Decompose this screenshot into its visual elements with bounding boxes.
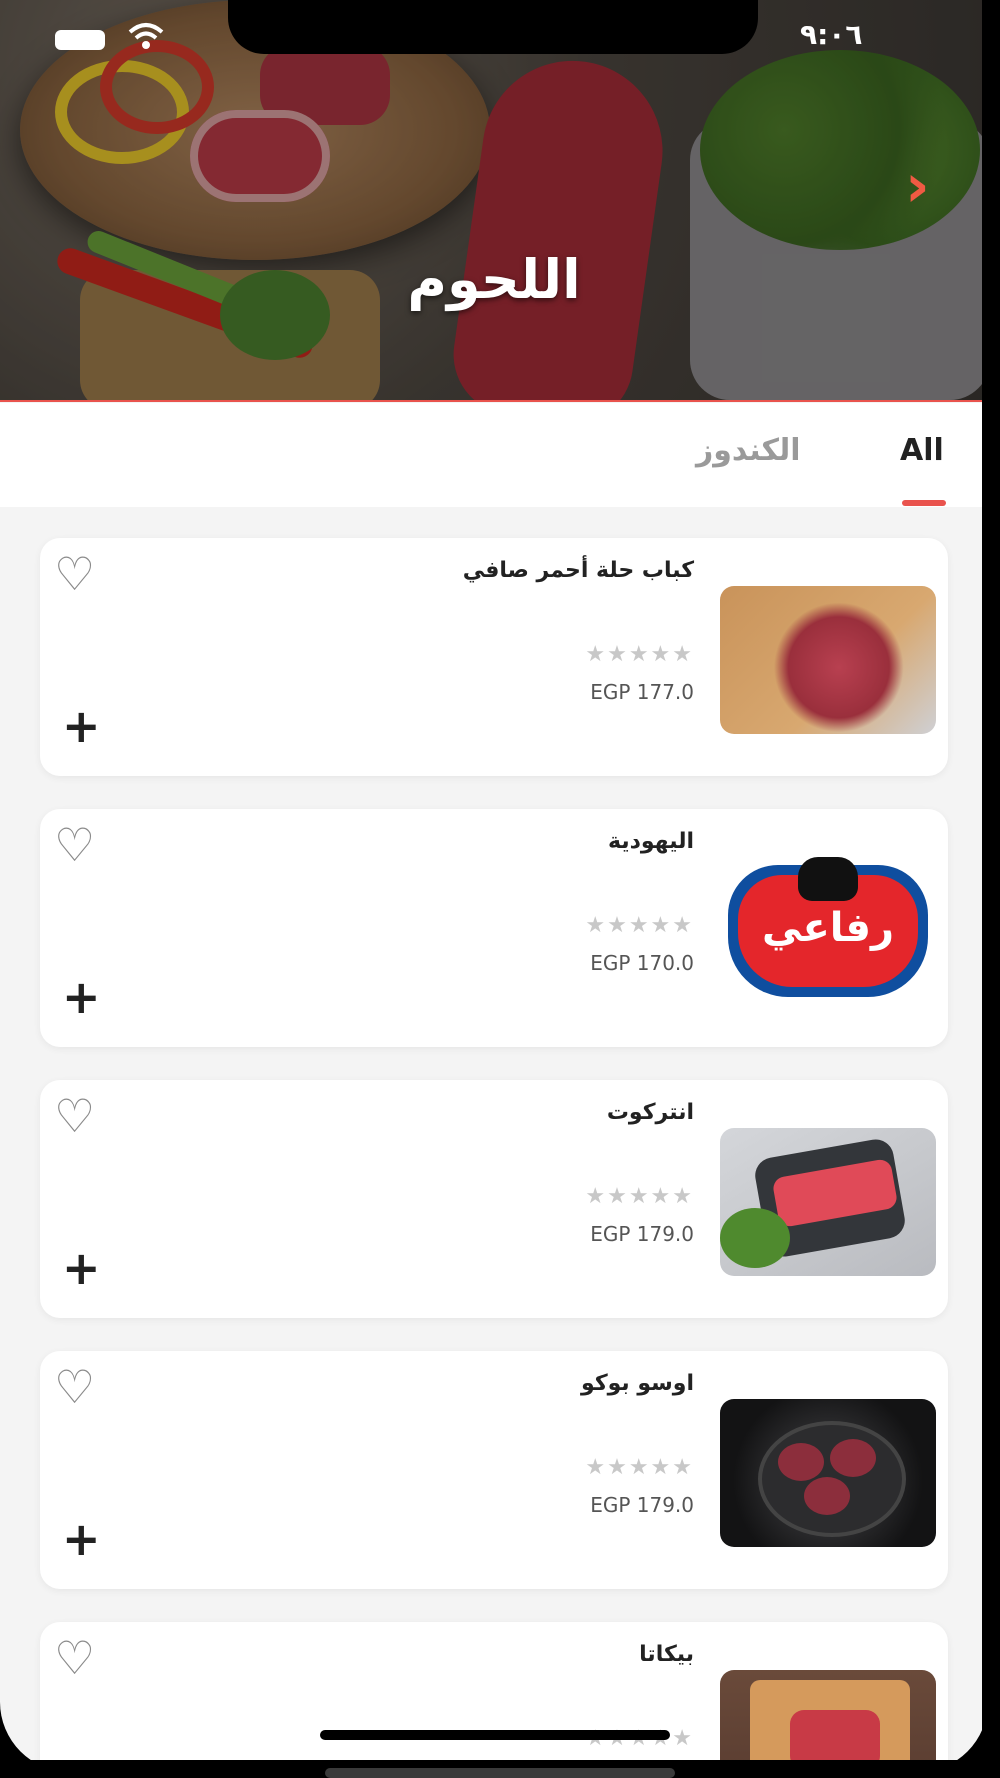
category-title: اللحوم — [407, 248, 581, 311]
cow-icon — [798, 857, 858, 901]
product-name: كباب حلة أحمر صافي — [462, 558, 694, 583]
product-image[interactable] — [720, 586, 936, 734]
product-name: اوسو بوكو — [581, 1371, 694, 1396]
rating-stars: ★★★★★ — [585, 1184, 694, 1209]
product-price: EGP 179.0 — [590, 1493, 694, 1517]
rating-stars: ★★★★★ — [585, 642, 694, 667]
image-herb — [720, 1208, 790, 1268]
favorite-heart-icon[interactable]: ♡ — [54, 1364, 106, 1410]
next-arrow-icon[interactable]: › — [905, 156, 945, 216]
device-bottom-nub — [325, 1768, 675, 1778]
device-notch — [228, 0, 758, 54]
product-card[interactable]: ♡ اليهودية ★★★★★ EGP 170.0 + رفاعي — [40, 809, 948, 1047]
add-to-cart-plus-icon[interactable]: + — [62, 1516, 102, 1562]
product-name: بيكاتا — [639, 1642, 694, 1667]
product-price: EGP 177.0 — [590, 680, 694, 704]
logo-text: رفاعي — [761, 905, 895, 951]
tab-all[interactable]: All — [900, 433, 944, 468]
product-card[interactable]: ♡ بيكاتا ★★★★★ — [40, 1622, 948, 1772]
product-image-brand-logo[interactable]: رفاعي — [720, 857, 936, 1005]
product-name: انتركوت — [606, 1100, 694, 1125]
wifi-icon-glyph — [128, 23, 164, 49]
add-to-cart-plus-icon[interactable]: + — [62, 703, 102, 749]
product-image[interactable] — [720, 1670, 936, 1772]
phone-screen: اللحوم › ٩:٠٦ الكندوز All ♡ كباب حلة أحم… — [0, 0, 988, 1772]
product-price: EGP 170.0 — [590, 951, 694, 975]
image-meat — [778, 1443, 824, 1481]
favorite-heart-icon[interactable]: ♡ — [54, 551, 106, 597]
tab-active-indicator — [902, 500, 946, 506]
product-name: اليهودية — [608, 829, 694, 854]
home-indicator[interactable] — [320, 1730, 670, 1740]
status-time: ٩:٠٦ — [800, 18, 863, 51]
device-bezel — [982, 0, 1000, 1778]
product-card[interactable]: ♡ اوسو بوكو ★★★★★ EGP 179.0 + — [40, 1351, 948, 1589]
rating-stars: ★★★★★ — [585, 1455, 694, 1480]
wifi-icon — [126, 20, 166, 52]
product-image[interactable] — [720, 1128, 936, 1276]
add-to-cart-plus-icon[interactable]: + — [62, 1245, 102, 1291]
banner-overlay — [0, 0, 988, 402]
image-meat — [804, 1477, 850, 1515]
rating-stars: ★★★★★ — [585, 913, 694, 938]
banner-divider — [0, 400, 988, 402]
tab-kandoz[interactable]: الكندوز — [696, 433, 801, 468]
category-banner: اللحوم › — [0, 0, 988, 402]
tab-bar: الكندوز All — [0, 403, 988, 507]
add-to-cart-plus-icon[interactable]: + — [62, 974, 102, 1020]
product-image[interactable] — [720, 1399, 936, 1547]
favorite-heart-icon[interactable]: ♡ — [54, 1093, 106, 1139]
image-meat — [830, 1439, 876, 1477]
battery-icon — [55, 30, 105, 50]
favorite-heart-icon[interactable]: ♡ — [54, 1635, 106, 1681]
favorite-heart-icon[interactable]: ♡ — [54, 822, 106, 868]
product-card[interactable]: ♡ انتركوت ★★★★★ EGP 179.0 + — [40, 1080, 948, 1318]
product-price: EGP 179.0 — [590, 1222, 694, 1246]
product-card[interactable]: ♡ كباب حلة أحمر صافي ★★★★★ EGP 177.0 + — [40, 538, 948, 776]
